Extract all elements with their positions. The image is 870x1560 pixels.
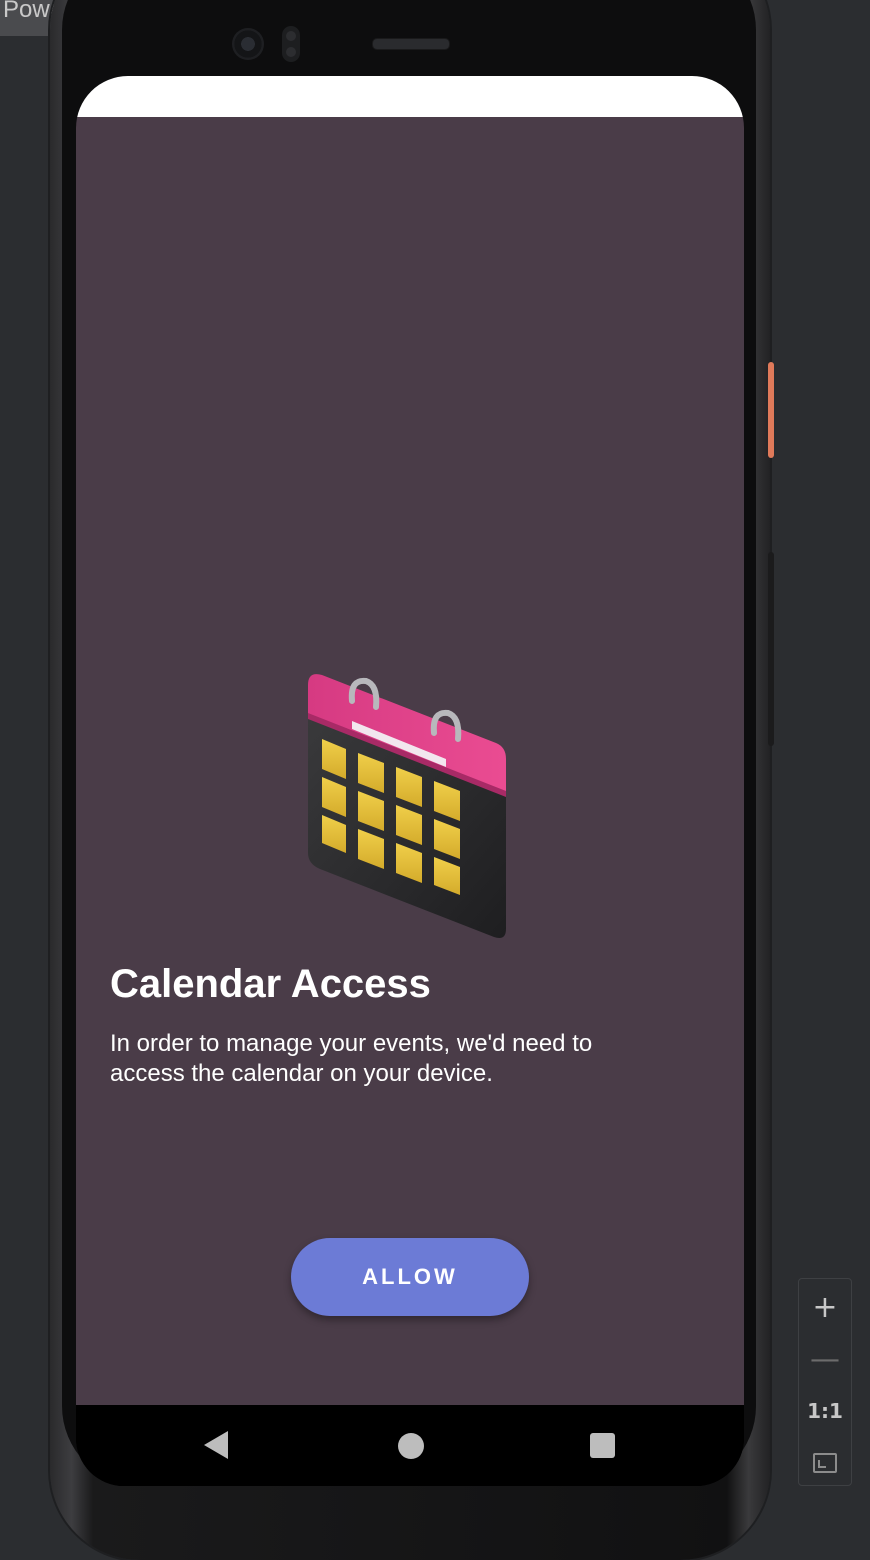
actual-size-button[interactable]: 1:1 bbox=[799, 1385, 851, 1437]
power-side-button[interactable] bbox=[768, 362, 774, 458]
page-title: Calendar Access bbox=[110, 962, 431, 1006]
zoom-controls: + — 1:1 bbox=[798, 1278, 852, 1486]
navigation-bar bbox=[76, 1405, 744, 1486]
earpiece-speaker bbox=[372, 38, 450, 50]
permission-description: In order to manage your events, we'd nee… bbox=[110, 1030, 593, 1087]
calendar-icon bbox=[308, 674, 506, 938]
zoom-in-button[interactable]: + bbox=[799, 1281, 851, 1333]
fit-screen-button[interactable] bbox=[799, 1437, 851, 1489]
fit-screen-icon bbox=[813, 1453, 837, 1473]
device-screen: Calendar Access In order to manage your … bbox=[76, 76, 744, 1486]
zoom-out-button[interactable]: — bbox=[799, 1333, 851, 1385]
front-camera-icon bbox=[232, 28, 264, 60]
home-icon[interactable] bbox=[398, 1433, 424, 1459]
permission-screen: Calendar Access In order to manage your … bbox=[76, 117, 744, 1405]
recents-icon[interactable] bbox=[590, 1433, 615, 1458]
sensor-icon bbox=[282, 26, 300, 62]
allow-button[interactable]: ALLOW bbox=[291, 1238, 529, 1316]
back-icon[interactable] bbox=[204, 1431, 228, 1459]
status-bar bbox=[76, 76, 744, 117]
volume-side-button[interactable] bbox=[768, 552, 774, 746]
